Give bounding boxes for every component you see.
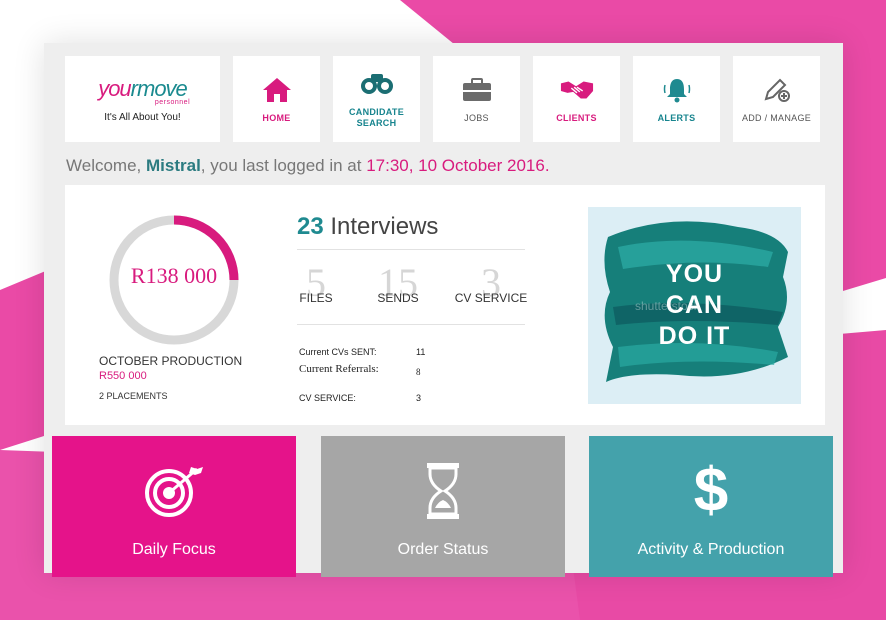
nav-jobs-label: JOBS — [464, 112, 489, 123]
activity-production-label: Activity & Production — [637, 541, 785, 558]
nav-candidate-search-label: CANDIDATE SEARCH — [348, 107, 405, 128]
nav-home[interactable]: HOME — [233, 56, 320, 142]
nav-clients-label: CLIENTS — [556, 112, 597, 123]
detail-referrals-label: Current Referrals: — [299, 363, 379, 375]
welcome-message: Welcome, Mistral, you last logged in at … — [66, 156, 550, 175]
briefcase-icon — [460, 75, 494, 105]
interviews-heading: 23 Interviews — [297, 213, 439, 240]
divider — [297, 324, 525, 325]
top-nav: yourmove personnel It's All About You! H… — [65, 56, 820, 142]
detail-cvs-sent-value: 11 — [416, 347, 426, 357]
detail-cv-service-value: 3 — [416, 393, 422, 403]
daily-focus-button[interactable]: Daily Focus — [52, 436, 296, 577]
nav-home-label: HOME — [262, 112, 291, 123]
stat-files: 5 FILES — [299, 260, 333, 306]
nav-alerts[interactable]: ALERTS — [633, 56, 720, 142]
production-target: R550 000 — [99, 370, 147, 382]
nav-add-manage-label: ADD / MANAGE — [741, 112, 812, 123]
motivation-poster: YOU CAN DO IT shutterstock — [588, 207, 801, 404]
detail-cvs-sent-label: Current CVs SENT: — [299, 347, 377, 357]
hourglass-icon — [426, 461, 460, 521]
handshake-icon — [560, 75, 594, 105]
stat-cv-service: 3 CV SERVICE — [454, 260, 528, 306]
nav-clients[interactable]: CLIENTS — [533, 56, 620, 142]
stat-sends: 15 SENDS — [377, 260, 419, 306]
logo-tile[interactable]: yourmove personnel It's All About You! — [65, 56, 220, 142]
binoculars-icon — [360, 69, 394, 99]
detail-referrals-value: 8 — [416, 367, 421, 377]
logo-you: you — [98, 75, 131, 101]
company-logo: yourmove personnel It's All About You! — [95, 76, 190, 123]
detail-cv-service-label: CV SERVICE: — [299, 393, 356, 403]
activity-production-button[interactable]: $ Activity & Production — [589, 436, 833, 577]
bell-icon — [660, 75, 694, 105]
target-icon — [139, 461, 209, 521]
order-status-label: Order Status — [397, 541, 489, 558]
watermark: shutterstock — [635, 299, 700, 313]
nav-add-manage[interactable]: ADD / MANAGE — [733, 56, 820, 142]
nav-candidate-search[interactable]: CANDIDATE SEARCH — [333, 56, 420, 142]
user-name: Mistral — [146, 156, 201, 175]
logo-move: rmove — [130, 75, 188, 101]
order-status-button[interactable]: Order Status — [321, 436, 565, 577]
dollar-icon: $ — [693, 456, 729, 525]
logo-tagline: It's All About You! — [104, 111, 181, 123]
last-login: 17:30, 10 October 2016. — [366, 156, 550, 175]
nav-jobs[interactable]: JOBS — [433, 56, 520, 142]
placements-count: 2 PLACEMENTS — [99, 391, 168, 401]
edit-add-icon — [760, 75, 794, 105]
divider — [297, 249, 525, 250]
production-amount: R138 000 — [130, 263, 218, 288]
summary-card: R138 000 OCTOBER PRODUCTION R550 000 2 P… — [65, 185, 825, 425]
production-label: OCTOBER PRODUCTION — [99, 354, 243, 368]
daily-focus-label: Daily Focus — [132, 541, 216, 558]
nav-alerts-label: ALERTS — [657, 112, 696, 123]
home-icon — [260, 75, 294, 105]
